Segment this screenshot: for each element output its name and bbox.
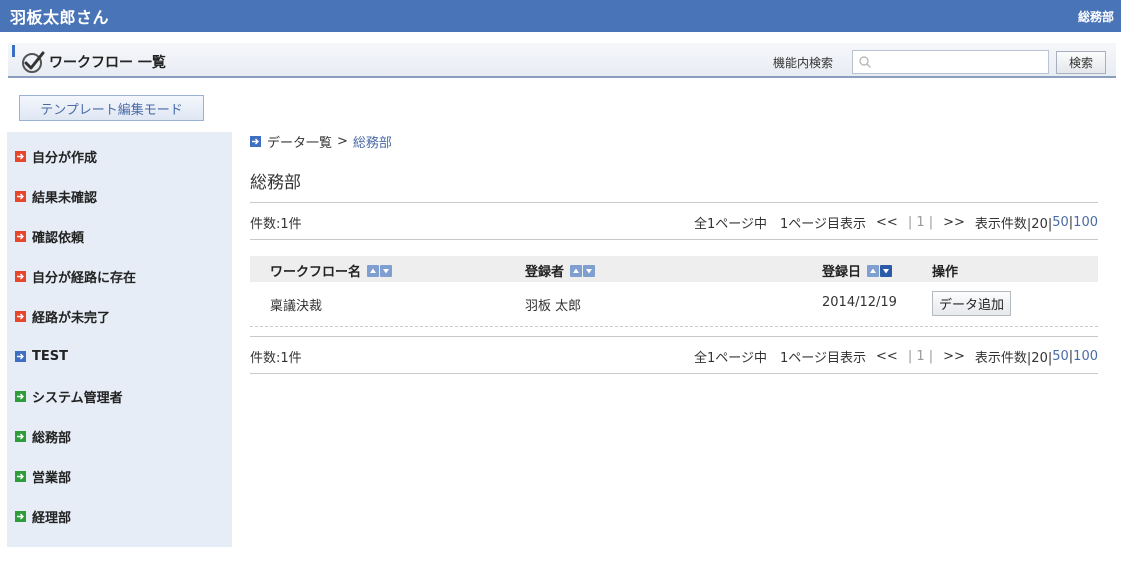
divider — [250, 373, 1098, 374]
sidebar-item-sales[interactable]: 営業部 — [15, 466, 71, 486]
table-header: ワークフロー名 登録者 登録日 操作 — [250, 256, 1098, 282]
sort-ascending-icon[interactable] — [570, 264, 583, 277]
column-header-registration-date: 登録日 — [822, 261, 893, 280]
pager-bottom: 全1ページ中 1ページ目表示 << | 1 | >> 表示件数|20| 50 |… — [694, 347, 1098, 366]
column-header-registrant: 登録者 — [525, 261, 596, 280]
sidebar-item-test[interactable]: TEST — [15, 346, 68, 366]
per-page-50[interactable]: 50 — [1052, 215, 1069, 230]
top-bar: 羽板太郎さん 総務部 — [0, 0, 1121, 32]
sidebar-item-system-admin[interactable]: システム管理者 — [15, 386, 123, 406]
per-page-label: 表示件数|20| — [974, 351, 1053, 366]
column-header-workflow-name: ワークフロー名 — [270, 261, 393, 280]
record-count: 件数:1件 — [250, 217, 302, 232]
pager-current-page: | 1 | — [907, 215, 934, 230]
breadcrumb-separator: > — [337, 134, 348, 149]
row-divider — [250, 326, 1098, 327]
sidebar-item-label: 経理部 — [32, 510, 72, 526]
sidebar-item-label: 経路が未完了 — [32, 310, 111, 326]
sidebar-item-result-unconfirmed[interactable]: 結果未確認 — [15, 186, 97, 206]
add-data-button[interactable]: データ追加 — [932, 291, 1011, 316]
sidebar-item-label: 結果未確認 — [32, 190, 98, 206]
divider — [250, 202, 1098, 203]
arrow-right-icon — [15, 190, 26, 202]
column-header-action: 操作 — [932, 265, 959, 280]
pager-next[interactable]: >> — [943, 215, 965, 230]
pager-prev[interactable]: << — [876, 215, 898, 230]
per-page-50[interactable]: 50 — [1052, 349, 1069, 364]
breadcrumb-current[interactable]: 総務部 — [353, 132, 392, 151]
per-page-100[interactable]: 100 — [1073, 215, 1098, 230]
department-link[interactable]: 総務部 — [1078, 8, 1114, 25]
sidebar-item-in-route[interactable]: 自分が経路に存在 — [15, 266, 136, 286]
template-edit-mode-button[interactable]: テンプレート編集モード — [19, 95, 204, 121]
sidebar-item-label: 総務部 — [32, 430, 72, 446]
page-title: 総務部 — [250, 173, 301, 193]
sort-descending-icon-active[interactable] — [880, 264, 893, 277]
breadcrumb: データ一覧 > 総務部 — [250, 132, 392, 151]
sidebar-item-label: TEST — [32, 348, 68, 364]
pager-prev[interactable]: << — [876, 349, 898, 364]
arrow-right-icon — [15, 470, 26, 482]
page-heading: ワークフロー 一覧 — [49, 55, 166, 71]
sidebar-item-label: 自分が経路に存在 — [32, 270, 137, 286]
pager-summary: 全1ページ中 1ページ目表示 — [694, 351, 867, 366]
sidebar: 自分が作成 結果未確認 確認依頼 自分が経路に存在 経路が未完了 TEST シス… — [7, 132, 232, 547]
arrow-right-icon — [250, 136, 261, 147]
cell-workflow-name[interactable]: 稟議決裁 — [270, 295, 322, 314]
header-accent — [12, 45, 15, 57]
divider — [250, 336, 1098, 337]
sort-ascending-icon[interactable] — [367, 264, 380, 277]
divider — [250, 239, 1098, 240]
sidebar-item-label: 確認依頼 — [32, 230, 85, 246]
search-icon — [859, 56, 871, 68]
pager-summary: 全1ページ中 1ページ目表示 — [694, 217, 867, 232]
checkmark-circle-icon — [22, 51, 45, 73]
arrow-right-icon — [15, 270, 26, 282]
sidebar-item-created-by-me[interactable]: 自分が作成 — [15, 146, 97, 166]
pager-current-page: | 1 | — [907, 349, 934, 364]
arrow-right-icon — [15, 150, 26, 162]
arrow-right-icon — [15, 230, 26, 242]
arrow-right-icon — [15, 430, 26, 442]
sidebar-item-route-incomplete[interactable]: 経路が未完了 — [15, 306, 110, 326]
sort-ascending-icon[interactable] — [867, 264, 880, 277]
search-button[interactable]: 検索 — [1056, 51, 1106, 74]
sidebar-item-accounting[interactable]: 経理部 — [15, 506, 71, 526]
arrow-right-icon — [15, 390, 26, 402]
arrow-right-icon — [15, 350, 26, 362]
pager-top: 全1ページ中 1ページ目表示 << | 1 | >> 表示件数|20| 50 |… — [694, 213, 1098, 232]
sidebar-item-general-affairs[interactable]: 総務部 — [15, 426, 71, 446]
arrow-right-icon — [15, 510, 26, 522]
per-page-label: 表示件数|20| — [974, 217, 1053, 232]
sort-descending-icon[interactable] — [583, 264, 596, 277]
search-input[interactable] — [852, 50, 1049, 74]
sidebar-item-confirmation-request[interactable]: 確認依頼 — [15, 226, 84, 246]
pager-next[interactable]: >> — [943, 349, 965, 364]
sidebar-item-label: 自分が作成 — [32, 150, 98, 166]
sidebar-item-label: 営業部 — [32, 470, 72, 486]
cell-registration-date: 2014/12/19 — [822, 295, 897, 310]
search-label: 機能内検索 — [773, 56, 834, 70]
cell-registrant: 羽板 太郎 — [525, 299, 582, 314]
per-page-100[interactable]: 100 — [1073, 349, 1098, 364]
breadcrumb-data-list-link[interactable]: データ一覧 — [267, 132, 332, 151]
sidebar-item-label: システム管理者 — [32, 390, 123, 406]
app-header: ワークフロー 一覧 機能内検索 検索 — [8, 43, 1116, 78]
arrow-right-icon — [15, 310, 26, 322]
record-count: 件数:1件 — [250, 351, 302, 366]
user-name: 羽板太郎さん — [10, 8, 110, 27]
sort-descending-icon[interactable] — [380, 264, 393, 277]
